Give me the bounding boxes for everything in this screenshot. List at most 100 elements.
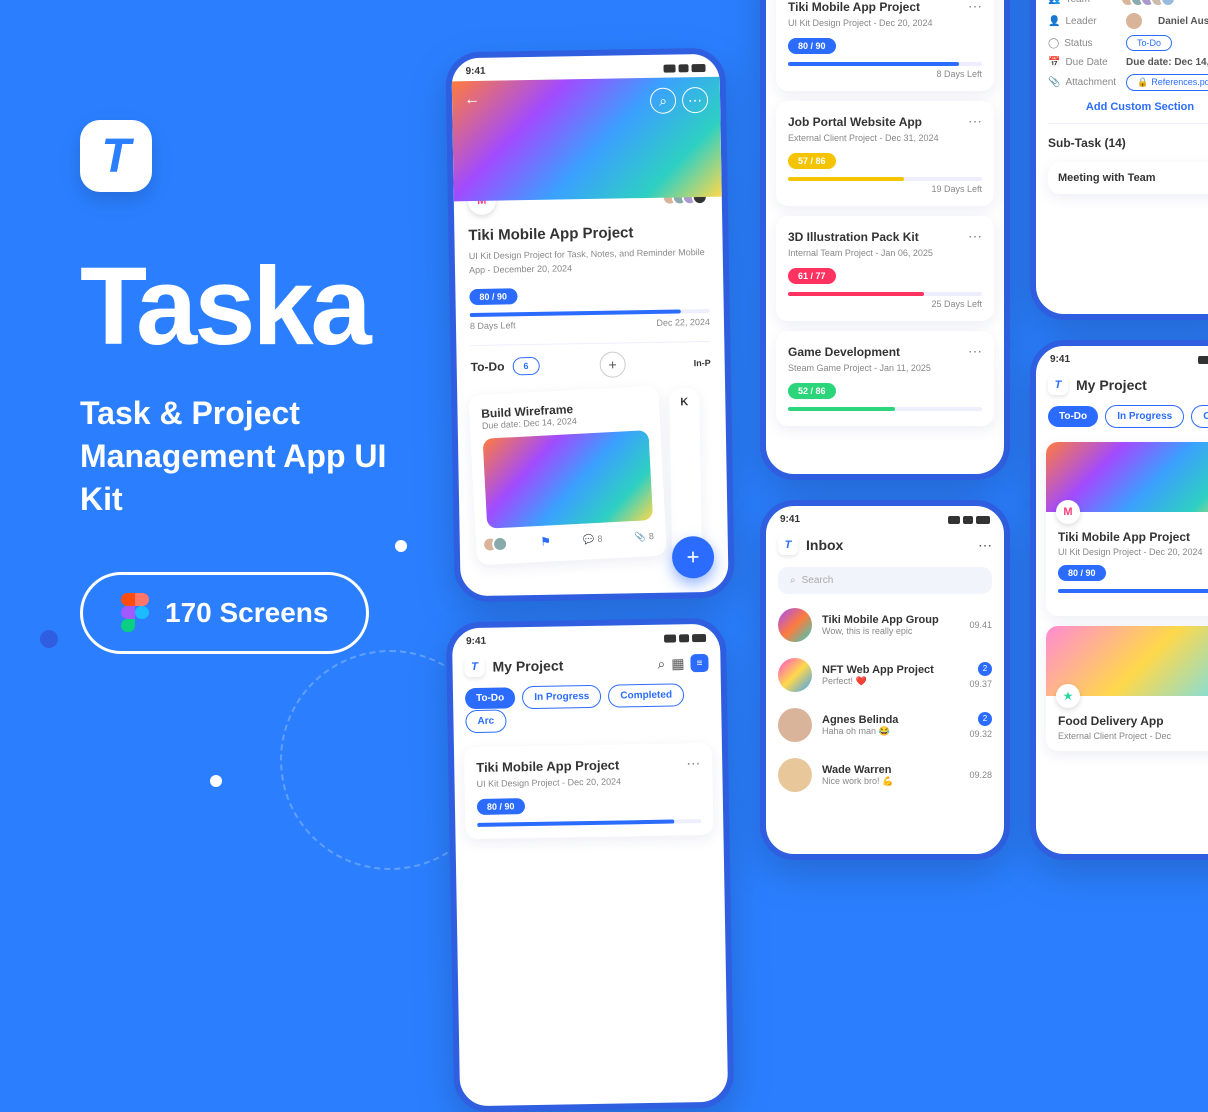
project-card[interactable]: Game Development ⋯ Steam Game Project - Ja… — [776, 331, 994, 426]
chat-time: 09.41 — [969, 620, 992, 630]
screens-label: 170 Screens — [165, 597, 328, 629]
project-card-title: Food Delivery App — [1058, 714, 1164, 728]
card-more-icon[interactable]: ⋯ — [968, 228, 982, 245]
task-card[interactable]: Build Wireframe Due date: Dec 14, 2024 ⚑… — [468, 386, 667, 566]
project-hero: ← ⌕ ⋯ — [452, 77, 722, 202]
subtask-card[interactable]: Meeting with Team — [1048, 162, 1208, 194]
chat-message: Haha oh man 😂 — [822, 726, 898, 737]
avatar — [1126, 13, 1142, 29]
avatar — [778, 708, 812, 742]
project-card[interactable]: Job Portal Website App⋯External Client P… — [776, 101, 994, 206]
section-label: To-Do — [471, 359, 505, 374]
project-card-title: 3D Illustration Pack Kit — [788, 230, 919, 244]
add-section-button[interactable]: Add Custom Section — [1086, 101, 1194, 113]
unread-badge: 2 — [978, 662, 992, 676]
days-left: 25 Days Left — [788, 299, 982, 309]
avatar — [778, 608, 812, 642]
back-icon[interactable]: ← — [464, 91, 480, 109]
tab-completed[interactable]: Completed — [608, 683, 684, 707]
chat-name: NFT Web App Project — [822, 664, 934, 676]
chat-message: Nice work bro! 💪 — [822, 776, 893, 787]
project-card-ratio: 80 / 90 — [1058, 565, 1106, 581]
project-card-sub: Steam Game Project - Jan 11, 2025 — [788, 363, 982, 373]
project-card[interactable]: M Tiki Mobile App Project UI Kit Design … — [1046, 442, 1208, 616]
figma-icon — [121, 593, 149, 633]
project-card[interactable]: 3D Illustration Pack Kit⋯Internal Team P… — [776, 216, 994, 321]
status-icon: ◯ — [1048, 38, 1059, 49]
team-icon: 👥 — [1048, 0, 1060, 5]
subtask-header: Sub-Task (14) — [1048, 136, 1126, 150]
card-more-icon[interactable]: ⋯ — [968, 113, 982, 130]
progress-ratio: 80 / 90 — [469, 288, 517, 305]
status-icons — [1198, 354, 1208, 365]
image-icon[interactable]: ▦ — [671, 655, 685, 672]
avatar — [778, 758, 812, 792]
page-title: My Project — [492, 657, 563, 674]
project-card[interactable]: Tiki Mobile App Project⋯ UI Kit Design P… — [464, 743, 714, 839]
page-title: Inbox — [806, 537, 843, 553]
fab-add[interactable]: + — [672, 536, 715, 579]
attach-icon: 📎 — [634, 531, 646, 543]
tab-archive[interactable]: Arc — [465, 709, 506, 733]
chat-row[interactable]: Tiki Mobile App GroupWow, this is really… — [766, 600, 1004, 650]
card-more-icon[interactable]: ⋯ — [968, 343, 982, 360]
avatar — [778, 658, 812, 692]
decor-dot — [210, 775, 222, 787]
status-time: 9:41 — [466, 636, 486, 647]
project-card-ratio: 80 / 90 — [477, 798, 525, 815]
days-left: 8 Days Left — [788, 69, 982, 79]
project-card[interactable]: ★ Food Delivery App External Client Proj… — [1046, 626, 1208, 751]
project-card-ratio: 80 / 90 — [788, 38, 836, 54]
chat-row[interactable]: Wade WarrenNice work bro! 💪09.28 — [766, 750, 1004, 800]
leader-name: Daniel Aust — [1158, 16, 1208, 27]
card-more-icon[interactable]: ⋯ — [686, 755, 700, 772]
flag-icon[interactable]: ⚑ — [540, 534, 551, 549]
project-card-title: Game Development — [788, 345, 900, 359]
more-icon[interactable]: ⋯ — [682, 87, 708, 113]
due-value: Due date: Dec 14, — [1126, 57, 1208, 68]
unread-badge: 2 — [978, 712, 992, 726]
section-count: 6 — [512, 357, 539, 375]
status-icons — [948, 514, 990, 525]
project-card-ratio: 52 / 86 — [788, 383, 836, 399]
search-icon[interactable]: ⌕ — [650, 87, 676, 113]
project-card-sub: UI Kit Design Project - Dec 20, 2024 — [1058, 547, 1208, 557]
task-thumb — [483, 430, 653, 529]
status-time: 9:41 — [1050, 354, 1070, 365]
chat-row[interactable]: NFT Web App ProjectPerfect! ❤️209.37 — [766, 650, 1004, 700]
search-icon: ⌕ — [790, 575, 796, 586]
chat-message: Perfect! ❤️ — [822, 676, 934, 687]
tab-progress[interactable]: In Progress — [1105, 405, 1184, 428]
attachment-chip[interactable]: 🔒References.pd — [1126, 74, 1208, 91]
chat-row[interactable]: Agnes BelindaHaha oh man 😂209.32 — [766, 700, 1004, 750]
attach-icon: 📎 — [1048, 77, 1060, 88]
tab-completed[interactable]: Compl — [1191, 405, 1208, 428]
screens-count-pill: 170 Screens — [80, 572, 369, 654]
menu-icon[interactable]: ≡ — [690, 654, 708, 672]
project-hero: ★ — [1046, 626, 1208, 696]
status-time: 9:41 — [465, 66, 485, 77]
brand-logo: T — [80, 120, 152, 192]
tab-progress[interactable]: In Progress — [522, 685, 601, 709]
project-logo: M — [1056, 500, 1080, 524]
search-icon[interactable]: ⌕ — [657, 655, 665, 672]
card-more-icon[interactable]: ⋯ — [968, 0, 982, 15]
screen-project-detail: 9:41 ← ⌕ ⋯ M Tiki Mobile App Project UI … — [445, 48, 735, 603]
screen-my-project: 9:41 T My Project ⌕ ▦ ≡ To-Do In Progres… — [446, 618, 735, 1112]
task-card-peek: K — [669, 388, 702, 558]
calendar-icon: 📅 — [1048, 57, 1060, 68]
project-card-title: Tiki Mobile App Project — [788, 0, 920, 14]
page-title: My Project — [1076, 377, 1147, 393]
tab-todo[interactable]: To-Do — [465, 687, 515, 709]
search-input[interactable]: ⌕Search — [778, 567, 992, 594]
tab-todo[interactable]: To-Do — [1048, 406, 1098, 427]
project-card-ratio: 61 / 77 — [788, 268, 836, 284]
status-chip[interactable]: To-Do — [1126, 35, 1172, 51]
task-avatars — [488, 536, 509, 553]
add-icon[interactable]: + — [599, 351, 625, 377]
chat-time: 09.28 — [969, 770, 992, 780]
project-card-sub: External Client Project - Dec 31, 2024 — [788, 133, 982, 143]
more-icon[interactable]: ⋯ — [978, 537, 992, 554]
project-card[interactable]: Tiki Mobile App Project⋯UI Kit Design Pr… — [776, 0, 994, 91]
team-avatars[interactable] — [1126, 0, 1176, 7]
